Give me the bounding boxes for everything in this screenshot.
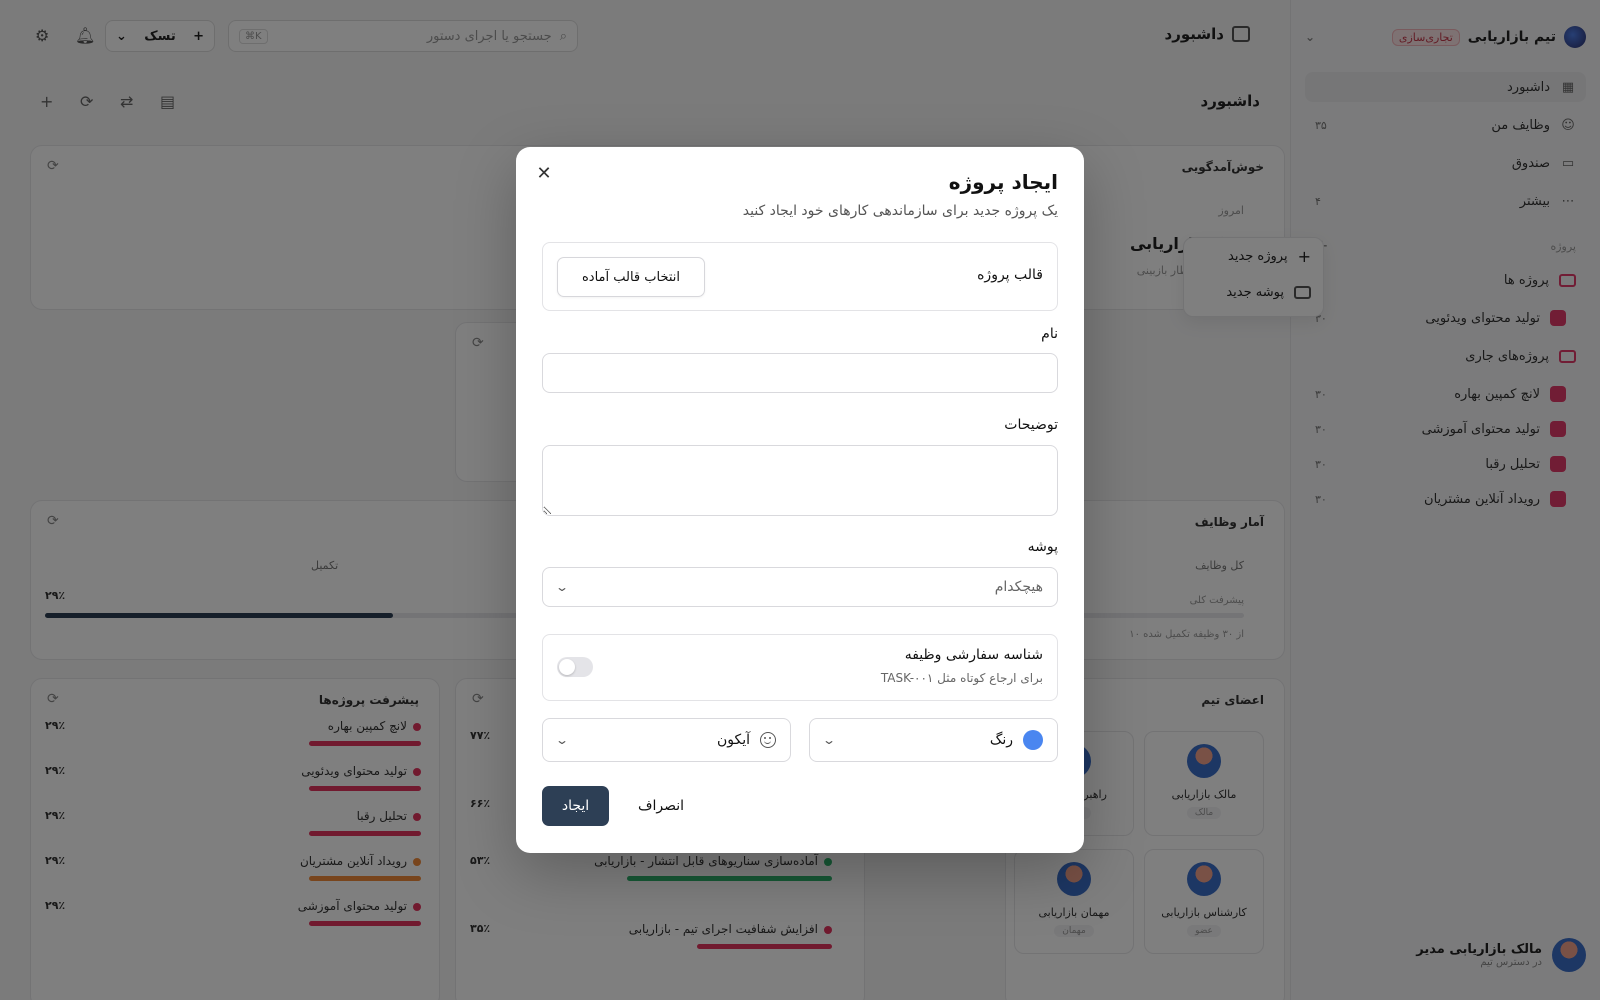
folder-select[interactable]: ⌄ هیچکدام bbox=[542, 567, 1058, 607]
color-picker-content: رنگ bbox=[990, 730, 1043, 750]
custom-task-id-toggle[interactable] bbox=[557, 657, 593, 677]
chevron-down-icon: ⌄ bbox=[554, 580, 570, 594]
cancel-button[interactable]: انصراف bbox=[626, 786, 696, 826]
dialog-subtitle: یک پروژه جدید برای سازماندهی کارهای خود … bbox=[742, 203, 1058, 219]
icon-picker-label: آیکون bbox=[716, 732, 750, 748]
custom-task-id-desc: برای ارجاع کوتاه مثل TASK-۰۰۱ bbox=[880, 671, 1043, 685]
create-project-dialog: ✕ ایجاد پروژه یک پروژه جدید برای سازماند… bbox=[516, 147, 1084, 853]
color-swatch bbox=[1023, 730, 1043, 750]
smile-icon bbox=[760, 732, 776, 748]
create-button[interactable]: ایجاد bbox=[542, 786, 609, 826]
custom-task-id-section: شناسه سفارشی وظیفه برای ارجاع کوتاه مثل … bbox=[542, 634, 1058, 701]
color-picker[interactable]: ⌄ رنگ bbox=[809, 718, 1058, 762]
template-label: قالب پروژه bbox=[977, 267, 1043, 283]
toggle-knob bbox=[559, 659, 575, 675]
description-label: توضیحات bbox=[1004, 417, 1058, 433]
icon-picker[interactable]: ⌄ آیکون bbox=[542, 718, 791, 762]
name-label: نام bbox=[1041, 326, 1058, 342]
template-section: قالب پروژه انتخاب قالب آماده bbox=[542, 242, 1058, 311]
name-field[interactable] bbox=[542, 353, 1058, 393]
dialog-title: ایجاد پروژه bbox=[948, 170, 1058, 194]
chevron-down-icon: ⌄ bbox=[821, 733, 837, 747]
choose-template-button[interactable]: انتخاب قالب آماده bbox=[557, 257, 705, 297]
chevron-down-icon: ⌄ bbox=[554, 733, 570, 747]
folder-select-value: هیچکدام bbox=[994, 579, 1043, 595]
custom-task-id-title: شناسه سفارشی وظیفه bbox=[904, 647, 1043, 663]
color-picker-label: رنگ bbox=[989, 732, 1013, 748]
close-icon[interactable]: ✕ bbox=[533, 163, 555, 185]
icon-picker-content: آیکون bbox=[717, 732, 776, 748]
description-field[interactable] bbox=[542, 445, 1058, 516]
folder-label: پوشه bbox=[1027, 539, 1058, 555]
